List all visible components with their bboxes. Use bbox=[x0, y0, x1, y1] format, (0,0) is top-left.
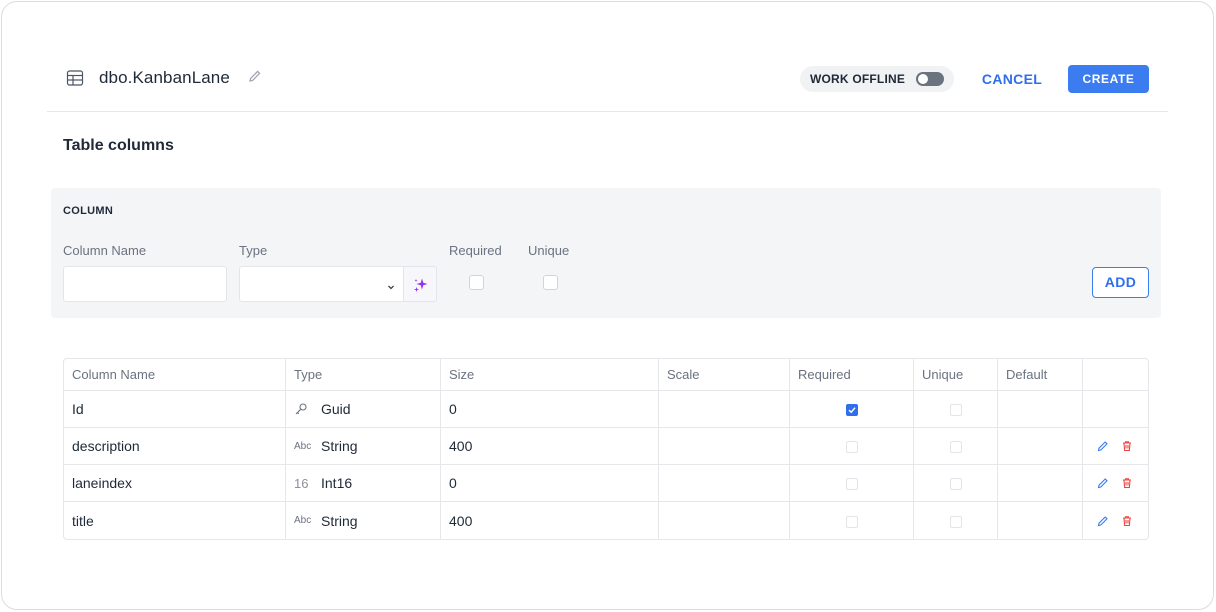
key-icon bbox=[294, 402, 316, 416]
cell-actions bbox=[1083, 465, 1148, 502]
cell-scale bbox=[659, 465, 790, 502]
cell-type-label: String bbox=[321, 512, 358, 529]
unique-checkbox[interactable] bbox=[543, 275, 558, 290]
edit-icon[interactable] bbox=[1097, 477, 1109, 489]
cell-size: 0 bbox=[441, 391, 659, 428]
cell-type-label: String bbox=[321, 438, 358, 454]
header-size: Size bbox=[441, 359, 659, 391]
required-checkbox[interactable] bbox=[469, 275, 484, 290]
cell-column-name: laneindex bbox=[64, 465, 286, 502]
header-default: Default bbox=[998, 359, 1083, 391]
header-scale: Scale bbox=[659, 359, 790, 391]
cell-unique bbox=[914, 428, 998, 465]
column-name-input[interactable] bbox=[63, 266, 227, 302]
work-offline-label: WORK OFFLINE bbox=[810, 72, 906, 86]
string-type-icon: Abc bbox=[294, 515, 312, 526]
table-header-row: Column Name Type Size Scale Required Uni… bbox=[64, 359, 1148, 391]
cell-scale bbox=[659, 391, 790, 428]
string-type-icon: Abc bbox=[294, 440, 312, 452]
cell-type: Guid bbox=[286, 391, 441, 428]
unique-label: Unique bbox=[528, 243, 570, 258]
edit-icon[interactable] bbox=[1097, 440, 1109, 452]
cell-column-name: description bbox=[64, 428, 286, 465]
header-actions bbox=[1083, 359, 1148, 391]
required-label: Required bbox=[449, 243, 502, 258]
chevron-down-icon bbox=[386, 279, 396, 290]
header-type: Type bbox=[286, 359, 441, 391]
table-name-title: dbo.KanbanLane bbox=[99, 68, 230, 87]
cell-default bbox=[998, 391, 1083, 428]
header: dbo.KanbanLane WORK OFFLINE CANCEL CREAT… bbox=[62, 62, 1149, 96]
cell-actions bbox=[1083, 428, 1148, 465]
ai-suggest-button[interactable] bbox=[403, 266, 437, 302]
required-checkbox[interactable] bbox=[845, 478, 858, 491]
required-checkbox[interactable] bbox=[845, 404, 858, 417]
cell-default bbox=[998, 502, 1083, 539]
cell-required bbox=[790, 428, 914, 465]
cell-type-label: Guid bbox=[321, 401, 351, 417]
header-required: Required bbox=[790, 359, 914, 391]
cell-actions bbox=[1083, 502, 1148, 539]
columns-table: Column Name Type Size Scale Required Uni… bbox=[63, 358, 1149, 540]
unique-checkbox[interactable] bbox=[949, 404, 962, 417]
cell-required bbox=[790, 391, 914, 428]
cell-actions bbox=[1083, 391, 1148, 428]
cell-type: Abc String bbox=[286, 428, 441, 465]
work-offline-toggle-container: WORK OFFLINE bbox=[800, 66, 954, 92]
pencil-icon[interactable] bbox=[248, 69, 262, 83]
cell-required bbox=[790, 502, 914, 539]
cell-scale bbox=[659, 428, 790, 465]
cell-column-name: title bbox=[64, 502, 286, 539]
table-row: Id Guid 0 bbox=[64, 391, 1148, 428]
trash-icon[interactable] bbox=[1121, 440, 1133, 452]
trash-icon[interactable] bbox=[1121, 515, 1133, 527]
cell-type: 16 Int16 bbox=[286, 465, 441, 502]
check-icon bbox=[847, 407, 856, 414]
type-select[interactable] bbox=[239, 266, 404, 302]
required-checkbox[interactable] bbox=[845, 441, 858, 454]
cell-size: 0 bbox=[441, 465, 659, 502]
cancel-button[interactable]: CANCEL bbox=[974, 66, 1050, 92]
unique-checkbox[interactable] bbox=[949, 478, 962, 491]
table-icon bbox=[66, 69, 84, 87]
number-type-icon: 16 bbox=[294, 475, 309, 491]
cell-default bbox=[998, 428, 1083, 465]
cell-required bbox=[790, 465, 914, 502]
cell-size: 400 bbox=[441, 428, 659, 465]
cell-unique bbox=[914, 502, 998, 539]
unique-checkbox[interactable] bbox=[949, 441, 962, 454]
cell-column-name: Id bbox=[64, 391, 286, 428]
cell-type-label: Int16 bbox=[321, 475, 353, 491]
create-button[interactable]: CREATE bbox=[1068, 65, 1149, 93]
header-column-name: Column Name bbox=[64, 359, 286, 391]
header-unique: Unique bbox=[914, 359, 998, 391]
header-divider bbox=[47, 111, 1168, 112]
sparkle-icon bbox=[414, 278, 428, 292]
column-form-title: COLUMN bbox=[63, 205, 114, 217]
edit-icon[interactable] bbox=[1097, 515, 1109, 527]
table-row: laneindex 16 Int16 0 bbox=[64, 465, 1148, 502]
table-row: description Abc String 400 bbox=[64, 428, 1148, 465]
toggle-knob bbox=[918, 74, 928, 84]
cell-type: Abc String bbox=[286, 502, 441, 539]
cell-unique bbox=[914, 391, 998, 428]
type-label: Type bbox=[239, 243, 268, 258]
add-column-button[interactable]: ADD bbox=[1092, 267, 1149, 298]
section-title: Table columns bbox=[63, 137, 174, 154]
trash-icon[interactable] bbox=[1121, 477, 1133, 489]
cell-default bbox=[998, 465, 1083, 502]
work-offline-toggle[interactable] bbox=[916, 72, 944, 86]
cell-scale bbox=[659, 502, 790, 539]
table-row: title Abc String 400 bbox=[64, 502, 1148, 539]
cell-unique bbox=[914, 465, 998, 502]
column-form-panel: COLUMN Column Name Type Required Unique … bbox=[51, 188, 1161, 318]
cell-size: 400 bbox=[441, 502, 659, 539]
column-name-label: Column Name bbox=[63, 243, 147, 258]
required-checkbox[interactable] bbox=[845, 515, 858, 528]
unique-checkbox[interactable] bbox=[949, 515, 962, 528]
